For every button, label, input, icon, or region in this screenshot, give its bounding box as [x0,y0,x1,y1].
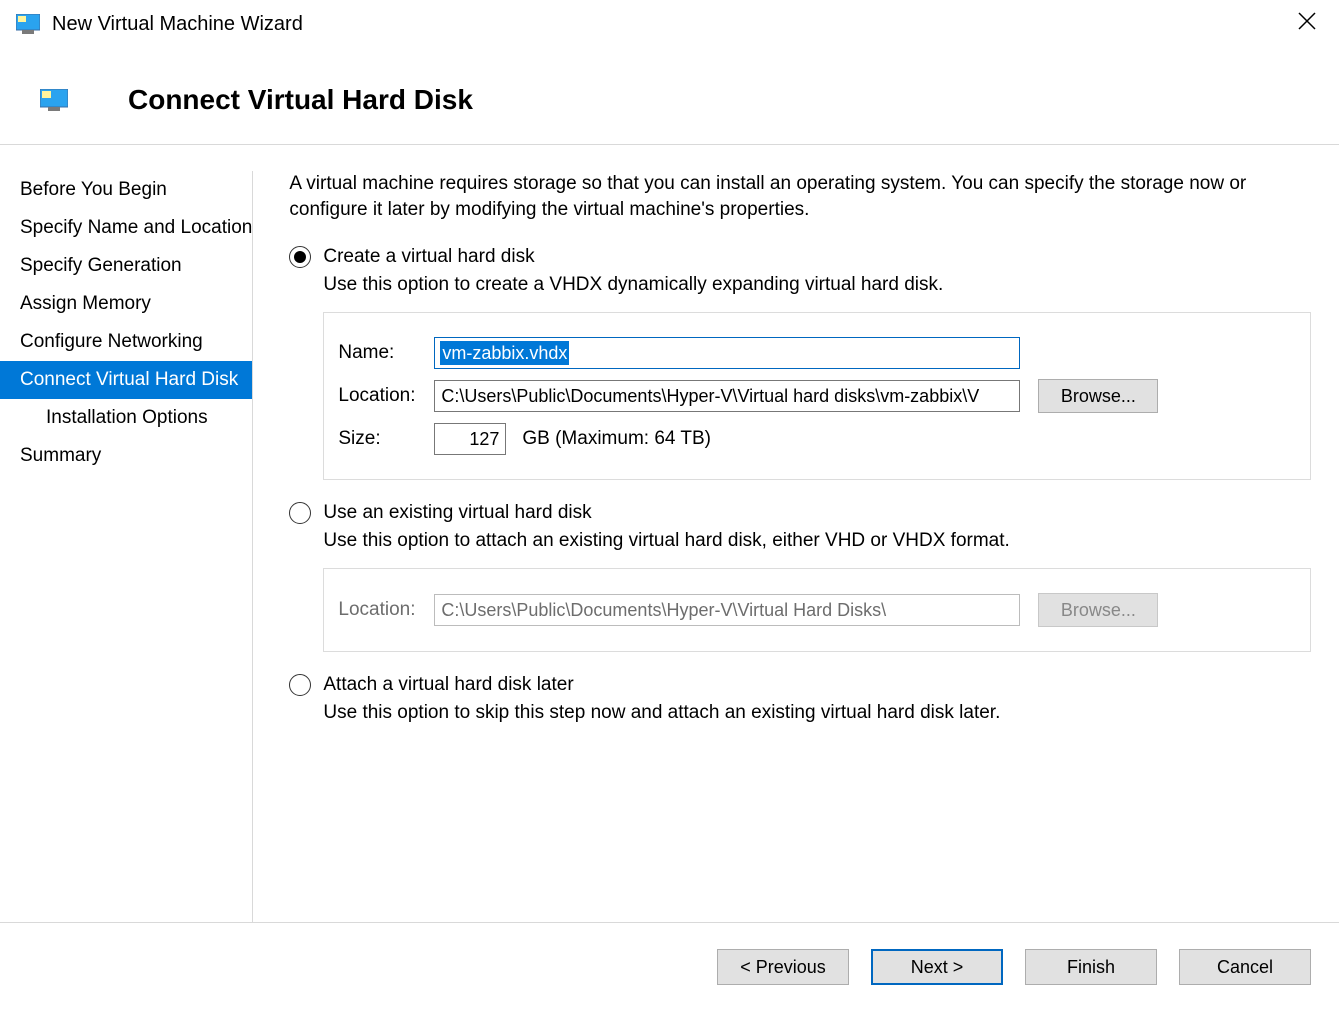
next-button[interactable]: Next > [871,949,1003,985]
window-title: New Virtual Machine Wizard [52,13,303,36]
close-button[interactable] [1285,6,1329,42]
sidebar-item-specify-generation[interactable]: Specify Generation [0,247,252,285]
sidebar-item-summary[interactable]: Summary [0,437,252,475]
titlebar-left: New Virtual Machine Wizard [10,13,303,36]
radio-attach-later-desc: Use this option to skip this step now an… [323,702,1311,724]
header-icon [40,89,68,111]
sidebar-item-assign-memory[interactable]: Assign Memory [0,285,252,323]
radio-create-vhd[interactable]: Create a virtual hard disk [289,246,1311,268]
wizard-body: Before You Begin Specify Name and Locati… [0,145,1339,922]
size-label: Size: [338,428,424,450]
name-input-selection: vm-zabbix.vhdx [440,341,569,365]
location-input[interactable] [434,380,1020,412]
radio-create-vhd-label: Create a virtual hard disk [323,246,534,268]
page-title: Connect Virtual Hard Disk [128,84,473,116]
sidebar-item-before-you-begin[interactable]: Before You Begin [0,171,252,209]
radio-use-existing[interactable]: Use an existing virtual hard disk [289,502,1311,524]
radio-icon [289,502,311,524]
radio-icon [289,246,311,268]
wizard-content: A virtual machine requires storage so th… [253,171,1339,922]
radio-attach-later-label: Attach a virtual hard disk later [323,674,573,696]
size-hint: GB (Maximum: 64 TB) [522,428,711,450]
sidebar-item-configure-networking[interactable]: Configure Networking [0,323,252,361]
radio-use-existing-desc: Use this option to attach an existing vi… [323,530,1311,552]
name-input-wrap: vm-zabbix.vhdx [434,337,1020,369]
sidebar-item-installation-options[interactable]: Installation Options [0,399,252,437]
size-input[interactable] [434,423,506,455]
app-icon [16,14,40,34]
create-vhd-group: Name: vm-zabbix.vhdx Location: Browse...… [323,312,1311,480]
sidebar-item-connect-vhd[interactable]: Connect Virtual Hard Disk [0,361,252,399]
radio-attach-later[interactable]: Attach a virtual hard disk later [289,674,1311,696]
existing-location-input [434,594,1020,626]
radio-use-existing-label: Use an existing virtual hard disk [323,502,591,524]
existing-location-label: Location: [338,599,424,621]
cancel-button[interactable]: Cancel [1179,949,1311,985]
existing-vhd-group: Location: Browse... [323,568,1311,652]
wizard-window: New Virtual Machine Wizard Connect Virtu… [0,0,1339,1015]
wizard-sidebar: Before You Begin Specify Name and Locati… [0,171,253,922]
sidebar-item-specify-name[interactable]: Specify Name and Location [0,209,252,247]
radio-create-vhd-desc: Use this option to create a VHDX dynamic… [323,274,1311,296]
intro-text: A virtual machine requires storage so th… [289,171,1311,222]
wizard-footer: < Previous Next > Finish Cancel [0,923,1339,1015]
existing-browse-button: Browse... [1038,593,1158,627]
finish-button[interactable]: Finish [1025,949,1157,985]
location-label: Location: [338,385,424,407]
previous-button[interactable]: < Previous [717,949,849,985]
name-label: Name: [338,342,424,364]
titlebar: New Virtual Machine Wizard [0,0,1339,48]
browse-button[interactable]: Browse... [1038,379,1158,413]
header: Connect Virtual Hard Disk [0,48,1339,144]
radio-icon [289,674,311,696]
